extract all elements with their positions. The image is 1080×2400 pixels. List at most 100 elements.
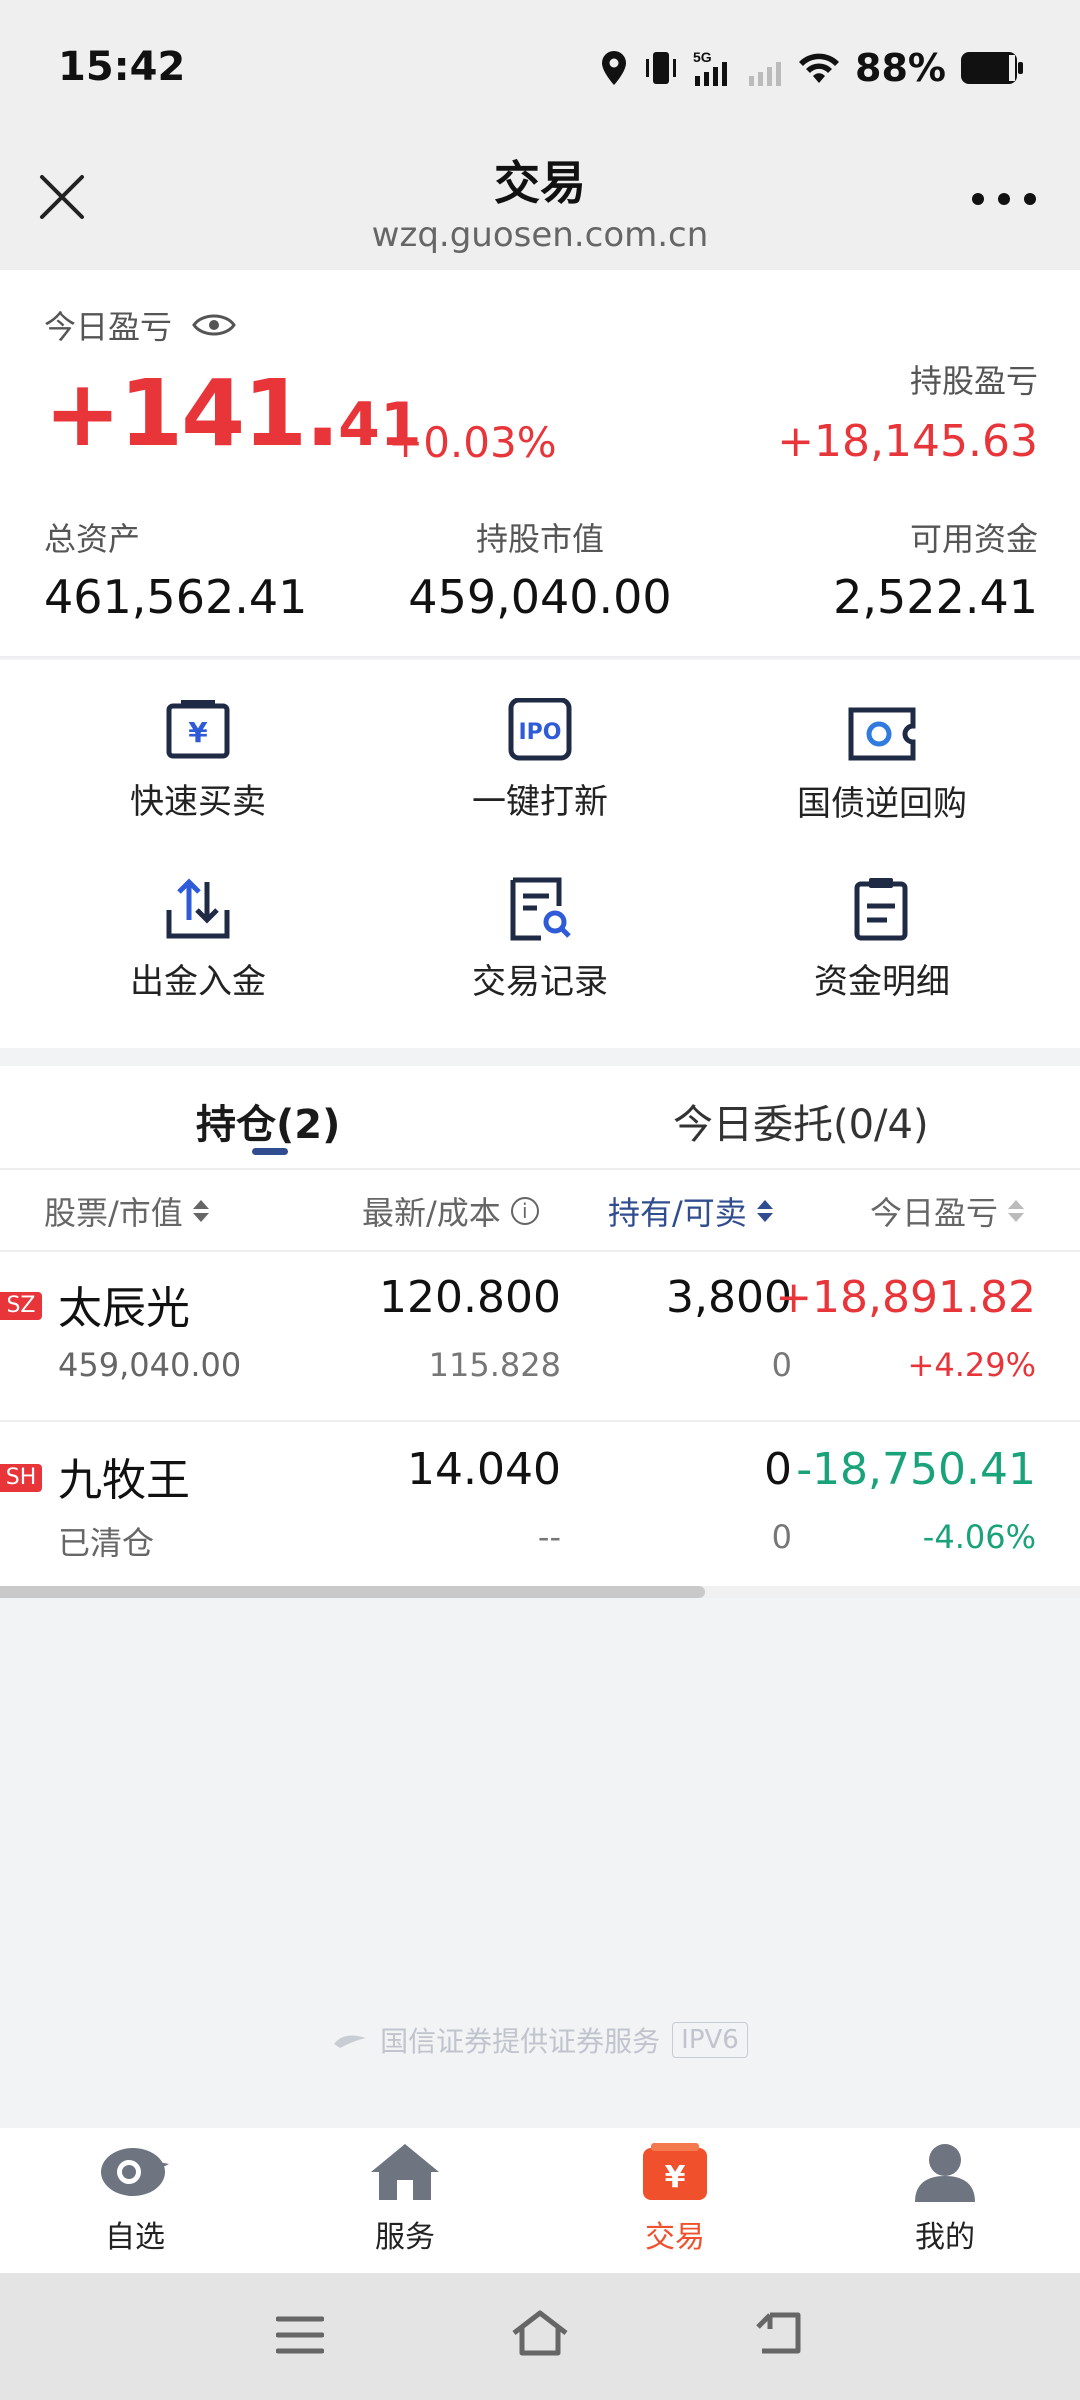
col-stock-label: 股票/市值: [44, 1194, 183, 1232]
wifi-icon: [799, 53, 840, 83]
vibrate-icon: [646, 52, 677, 84]
bond-repo-button[interactable]: 国债逆回购: [702, 704, 1062, 825]
nav-profile-label: 我的: [915, 2220, 975, 2255]
sort-icon: [192, 1200, 209, 1222]
col-price-header[interactable]: 最新/成本 i: [362, 1188, 539, 1234]
market-tag: SZ: [0, 1292, 42, 1320]
sellable-qty: 0: [771, 1346, 792, 1384]
profile-icon: [915, 2144, 975, 2202]
market-tag: SH: [0, 1464, 42, 1492]
horizontal-scrollbar[interactable]: [0, 1586, 705, 1598]
quick-trade-button[interactable]: ¥ 快速买卖: [18, 698, 378, 823]
stock-name: 九牧王: [58, 1455, 190, 1506]
ipo-button[interactable]: IPO 一键打新: [360, 698, 720, 823]
page-title: 交易: [494, 156, 586, 210]
signal-5g-icon: 5G: [693, 49, 728, 86]
svg-text:5G: 5G: [693, 49, 712, 65]
ipv6-badge: IPV6: [672, 2022, 748, 2058]
nav-profile[interactable]: 我的: [810, 2142, 1080, 2256]
status-bar: 15:42 5G 88%: [0, 0, 1080, 135]
tab-holdings[interactable]: 持仓(2): [196, 1092, 340, 1150]
footer-note: 国信证券提供证券服务 IPV6: [0, 2020, 1080, 2060]
nav-trade-label: 交易: [645, 2220, 705, 2255]
account-summary: 今日盈亏 +141.41 +0.03% 持股盈亏 +18,145.63 总资产 …: [0, 270, 1080, 658]
sort-icon: [756, 1200, 773, 1222]
nav-trade[interactable]: ¥ 交易: [540, 2142, 810, 2256]
status-icons: 5G 88%: [599, 46, 1024, 90]
title-bar: 交易 wzq.guosen.com.cn: [0, 135, 1080, 270]
summary-divider: [0, 656, 1080, 658]
stock-market-value: 459,040.00: [58, 1346, 242, 1384]
svg-text:¥: ¥: [665, 2160, 686, 2195]
clipboard-icon: [854, 878, 908, 941]
fund-details-label: 资金明细: [814, 962, 950, 1002]
nav-services-label: 服务: [375, 2220, 435, 2255]
bond-repo-label: 国债逆回购: [797, 784, 967, 824]
col-price-label: 最新/成本: [362, 1194, 501, 1232]
col-position-label: 持有/可卖: [608, 1194, 747, 1232]
system-nav-bar: [0, 2273, 1080, 2400]
today-pnl-value: +141.41: [44, 360, 422, 467]
col-pnl-label: 今日盈亏: [870, 1194, 999, 1232]
today-pnl: -18,750.41: [796, 1444, 1036, 1495]
holdings-panel: 持仓(2) 今日委托(0/4) 股票/市值 最新/成本 i 持有/可卖 今日盈亏…: [0, 1066, 1080, 1598]
sort-icon: [1008, 1200, 1025, 1222]
battery-icon: [961, 52, 1023, 84]
guosen-logo-icon: [334, 2035, 367, 2048]
home-nav-icon[interactable]: [510, 2309, 570, 2357]
quick-trade-label: 快速买卖: [130, 782, 266, 822]
trade-records-label: 交易记录: [472, 962, 608, 1002]
tabs-divider: [0, 1168, 1080, 1170]
today-pnl: +18,891.82: [775, 1272, 1036, 1323]
fund-details-button[interactable]: 资金明细: [702, 876, 1062, 1003]
row-divider: [0, 1420, 1080, 1422]
col-pnl-header[interactable]: 今日盈亏: [870, 1188, 1025, 1234]
stock-name: 太辰光: [58, 1283, 190, 1334]
available-funds-label: 可用资金: [909, 520, 1038, 558]
menu-icon[interactable]: [276, 2315, 324, 2355]
nav-watchlist[interactable]: 自选: [0, 2142, 270, 2256]
location-icon: [602, 51, 627, 85]
cost-price: --: [537, 1518, 561, 1556]
holding-pnl-label: 持股盈亏: [909, 362, 1038, 400]
tab-active-indicator: [252, 1148, 288, 1155]
battery-percent: 88%: [855, 46, 946, 90]
watchlist-icon: [101, 2148, 169, 2196]
header-divider: [0, 1250, 1080, 1252]
today-pnl-percent: +0.03%: [388, 418, 557, 467]
available-funds-value: 2,522.41: [833, 570, 1038, 624]
latest-price: 120.800: [379, 1272, 561, 1323]
today-pnl-label-group: 今日盈亏: [44, 302, 236, 348]
transfer-button[interactable]: 出金入金: [18, 876, 378, 1003]
more-menu-icon[interactable]: [972, 187, 1036, 211]
trade-records-button[interactable]: 交易记录: [360, 876, 720, 1003]
hold-qty: 3,800: [666, 1272, 792, 1323]
bond-ticket-icon: [848, 707, 916, 761]
hold-qty: 0: [764, 1444, 792, 1495]
transfer-arrows-icon: [166, 878, 230, 939]
holding-pnl-value: +18,145.63: [777, 416, 1038, 467]
col-position-header[interactable]: 持有/可卖: [608, 1188, 773, 1234]
transfer-label: 出金入金: [130, 962, 266, 1002]
info-icon[interactable]: i: [510, 1197, 539, 1225]
ipo-icon: IPO: [508, 698, 572, 761]
stock-status: 已清仓: [58, 1524, 155, 1562]
footer-note-text: 国信证券提供证券服务: [380, 2025, 661, 2058]
action-grid: ¥ 快速买卖 IPO 一键打新 国债逆回购 出金入金 交易记录 资金明细: [0, 660, 1080, 1048]
ipo-label: 一键打新: [472, 782, 608, 822]
nav-services[interactable]: 服务: [270, 2142, 540, 2256]
latest-price: 14.040: [407, 1444, 561, 1495]
today-pnl-int: +141.: [44, 360, 340, 467]
back-icon[interactable]: [754, 2311, 806, 2357]
tab-today-orders[interactable]: 今日委托(0/4): [673, 1092, 929, 1150]
eye-icon[interactable]: [192, 311, 236, 339]
today-pnl-label: 今日盈亏: [44, 308, 173, 346]
trade-icon: ¥: [643, 2143, 707, 2200]
col-stock-header[interactable]: 股票/市值: [44, 1188, 209, 1234]
svg-text:¥: ¥: [188, 716, 208, 749]
bottom-nav: 自选 服务 ¥ 交易 我的: [0, 2128, 1080, 2273]
home-icon: [371, 2144, 439, 2200]
today-pnl-percent: -4.06%: [922, 1518, 1036, 1556]
page-url: wzq.guosen.com.cn: [371, 215, 709, 255]
today-pnl-percent: +4.29%: [907, 1346, 1036, 1384]
